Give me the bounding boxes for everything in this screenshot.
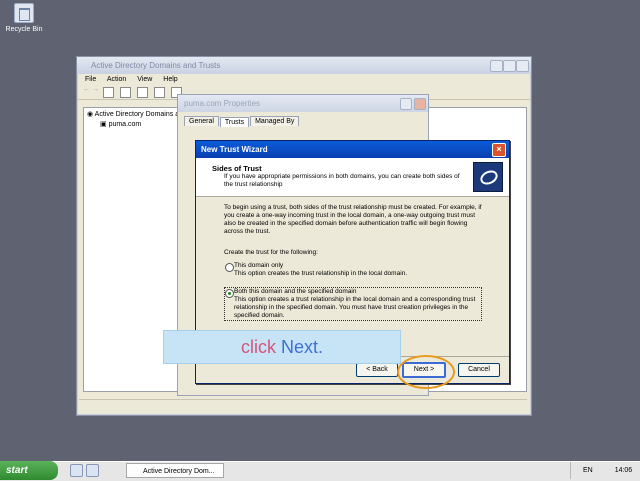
up-folder-icon[interactable] (102, 87, 114, 98)
recycle-bin-icon (14, 3, 34, 23)
callout-word-next: Next. (281, 337, 324, 357)
system-tray: EN 14:06 (570, 462, 640, 479)
quick-launch-browser-icon[interactable] (86, 464, 99, 477)
wizard-prompt: Create the trust for the following: (224, 249, 318, 256)
menu-file[interactable]: File (85, 76, 96, 83)
minimize-button[interactable] (490, 60, 503, 72)
wizard-intro-text: To begin using a trust, both sides of th… (224, 204, 482, 235)
option-this-domain-desc: This option creates the trust relationsh… (234, 270, 408, 277)
menu-help[interactable]: Help (163, 76, 177, 83)
tab-managed-by[interactable]: Managed By (250, 116, 300, 126)
tab-trusts[interactable]: Trusts (219, 117, 250, 127)
start-label: start (6, 465, 28, 476)
refresh-icon[interactable] (153, 87, 165, 98)
instruction-callout: click Next. (163, 330, 401, 364)
properties-icon[interactable] (136, 87, 148, 98)
back-button[interactable]: < Back (356, 363, 398, 377)
properties-title: puma.com Properties (184, 99, 261, 108)
clock: 14:06 (614, 467, 633, 474)
start-button[interactable]: start (0, 461, 58, 480)
wizard-title: New Trust Wizard (201, 145, 268, 154)
next-highlight-ring (397, 355, 455, 389)
language-indicator[interactable]: EN (583, 467, 593, 474)
taskbar-button-ad-domains[interactable]: Active Directory Dom... (126, 463, 224, 478)
option-both-domains-label: Both this domain and the specified domai… (234, 288, 357, 295)
menu-view[interactable]: View (137, 76, 152, 83)
forward-arrow-icon[interactable]: → (92, 86, 99, 93)
quick-launch-desktop-icon[interactable] (70, 464, 83, 477)
recycle-bin-label: Recycle Bin (5, 26, 43, 33)
tree-item-label: puma.com (108, 121, 142, 128)
option-this-domain[interactable]: This domain only This option creates the… (234, 262, 486, 278)
option-both-domains-radio[interactable] (225, 289, 234, 298)
properties-tabs: General Trusts Managed By (178, 112, 428, 127)
back-arrow-icon[interactable]: ← (83, 86, 90, 93)
properties-close-button[interactable] (414, 98, 426, 110)
recycle-bin-desktop-icon[interactable]: Recycle Bin (4, 3, 44, 33)
status-bar (79, 399, 527, 412)
option-both-domains-desc: This option creates a trust relationship… (234, 296, 476, 319)
tab-general[interactable]: General (184, 116, 219, 126)
trust-handshake-icon (473, 162, 503, 192)
tree-root-label: Active Directory Domains and (94, 111, 187, 118)
option-this-domain-label: This domain only (234, 262, 284, 269)
wizard-close-button[interactable]: × (492, 143, 506, 157)
callout-word-click: click (240, 337, 276, 357)
menu-bar: File Action View Help (77, 74, 531, 86)
maximize-button[interactable] (503, 60, 516, 72)
wizard-header: Sides of Trust If you have appropriate p… (196, 158, 509, 197)
show-tree-icon[interactable] (119, 87, 131, 98)
properties-titlebar[interactable]: puma.com Properties (178, 95, 428, 112)
menu-action[interactable]: Action (107, 76, 126, 83)
properties-help-button[interactable] (400, 98, 412, 110)
wizard-header-title: Sides of Trust (212, 164, 262, 173)
main-window-titlebar[interactable]: Active Directory Domains and Trusts (77, 57, 531, 74)
main-window-title: Active Directory Domains and Trusts (91, 61, 221, 70)
wizard-titlebar[interactable]: New Trust Wizard × (196, 141, 509, 158)
close-button[interactable] (516, 60, 529, 72)
wizard-header-subtitle: If you have appropriate permissions in b… (224, 173, 460, 188)
taskbar-button-label: Active Directory Dom... (143, 468, 215, 475)
option-this-domain-radio[interactable] (225, 263, 234, 272)
option-both-domains[interactable]: Both this domain and the specified domai… (234, 288, 478, 320)
cancel-button[interactable]: Cancel (458, 363, 500, 377)
